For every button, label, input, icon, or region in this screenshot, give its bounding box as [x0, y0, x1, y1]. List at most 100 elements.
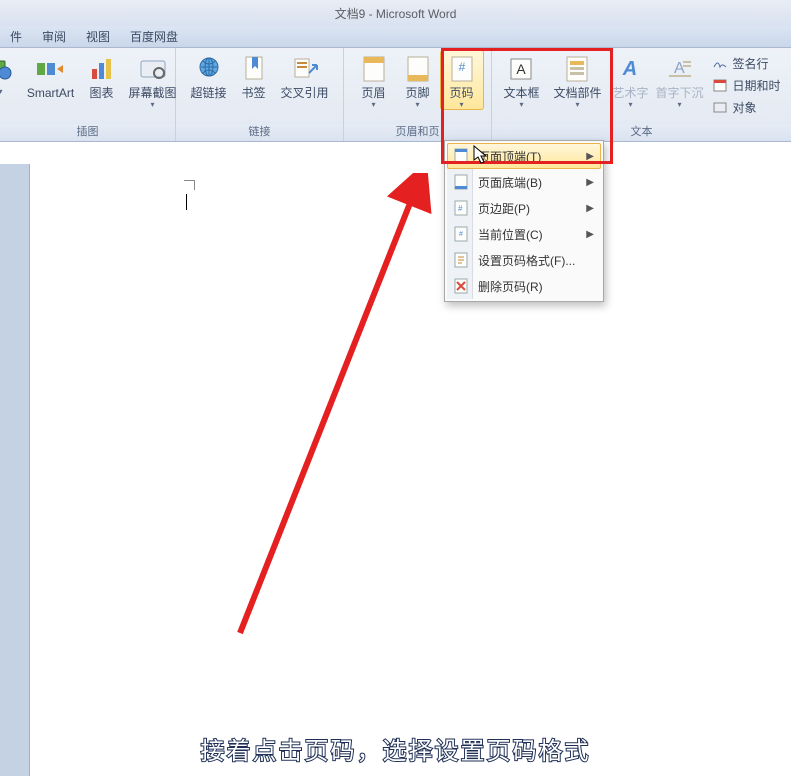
dropdown-arrow-icon: ▾	[628, 100, 632, 109]
menu-label: 页面底端(B)	[478, 174, 542, 191]
hyperlink-button[interactable]: 超链接	[184, 50, 234, 101]
quickparts-label: 文档部件	[553, 87, 601, 100]
object-icon	[712, 99, 728, 115]
menu-top-of-page[interactable]: 页面顶端(T) ▶	[447, 143, 601, 169]
dropdown-arrow-icon: ▾	[150, 100, 154, 109]
smartart-label: SmartArt	[27, 87, 74, 100]
textbox-icon: A	[505, 53, 537, 85]
mouse-cursor-icon	[473, 145, 489, 165]
group-label: 链接	[176, 125, 343, 141]
dropdown-arrow-icon: ▾	[459, 100, 463, 109]
dropdown-arrow-icon: ▾	[371, 100, 375, 109]
hyperlink-label: 超链接	[190, 87, 226, 100]
menu-label: 设置页码格式(F)...	[478, 252, 575, 269]
textbox-button[interactable]: A 文本框 ▾	[496, 50, 546, 110]
dropdown-arrow-icon: ▾	[575, 100, 579, 109]
dropdown-arrow-icon: ▾	[0, 87, 3, 96]
textbox-label: 文本框	[503, 87, 539, 100]
page-bottom-icon	[452, 173, 470, 191]
bookmark-icon	[238, 53, 270, 85]
header-button[interactable]: 页眉 ▾	[352, 50, 396, 110]
page-number-icon: #	[446, 53, 478, 85]
current-position-icon: #	[452, 225, 470, 243]
menu-margins[interactable]: # 页边距(P) ▶	[447, 195, 601, 221]
menu-current-position[interactable]: # 当前位置(C) ▶	[447, 221, 601, 247]
menu-label: 页边距(P)	[478, 200, 530, 217]
datetime-label: 日期和时	[732, 77, 780, 94]
group-illustrations: ▾ SmartArt 图表 屏幕截图 ▾ 插图	[0, 48, 176, 141]
svg-text:#: #	[458, 60, 465, 74]
text-caret	[186, 194, 187, 210]
dropdown-arrow-icon: ▾	[519, 100, 523, 109]
datetime-button[interactable]: 日期和时	[710, 74, 782, 96]
group-links: 超链接 书签 交叉引用 链接	[176, 48, 344, 141]
signature-label: 签名行	[732, 55, 768, 72]
submenu-arrow-icon: ▶	[586, 177, 594, 188]
wordart-icon: A	[614, 53, 646, 85]
dropcap-label: 首字下沉	[655, 87, 703, 100]
ribbon-tabs: 件 审阅 视图 百度网盘	[0, 26, 791, 48]
menu-format-page-numbers[interactable]: 设置页码格式(F)...	[447, 247, 601, 273]
group-header-footer: 页眉 ▾ 页脚 ▾ # 页码 ▾ 页眉和页	[344, 48, 492, 141]
svg-text:#: #	[458, 204, 463, 213]
quickparts-button[interactable]: 文档部件 ▾	[546, 50, 608, 110]
wordart-button[interactable]: A 艺术字 ▾	[608, 50, 652, 110]
datetime-icon	[712, 77, 728, 93]
menu-remove-page-numbers[interactable]: 删除页码(R)	[447, 273, 601, 299]
smartart-icon	[35, 53, 67, 85]
object-button[interactable]: 对象	[710, 96, 782, 118]
format-icon	[452, 251, 470, 269]
footer-label: 页脚	[405, 87, 429, 100]
tab-view[interactable]: 视图	[76, 25, 120, 47]
footer-button[interactable]: 页脚 ▾	[396, 50, 440, 110]
footer-icon	[402, 53, 434, 85]
dropcap-button[interactable]: A 首字下沉 ▾	[652, 50, 706, 110]
page-top-icon	[452, 147, 470, 165]
chart-button[interactable]: 图表	[82, 50, 122, 101]
quickparts-icon	[561, 53, 593, 85]
crossref-button[interactable]: 交叉引用	[274, 50, 336, 101]
page-number-menu: 页面顶端(T) ▶ 页面底端(B) ▶ # 页边距(P) ▶ # 当前位置(C)…	[444, 140, 604, 302]
screenshot-button[interactable]: 屏幕截图 ▾	[122, 50, 184, 110]
chart-label: 图表	[89, 87, 113, 100]
tab-review[interactable]: 审阅	[32, 25, 76, 47]
tab-baidu[interactable]: 百度网盘	[120, 25, 188, 47]
menu-label: 删除页码(R)	[478, 278, 543, 295]
svg-text:#: #	[459, 231, 463, 238]
smartart-button[interactable]: SmartArt	[20, 50, 82, 101]
left-gutter	[0, 164, 30, 776]
group-text: A 文本框 ▾ 文档部件 ▾ A 艺术字 ▾ A	[492, 48, 791, 141]
shapes-button[interactable]: ▾	[0, 50, 20, 97]
crossref-label: 交叉引用	[280, 87, 328, 100]
svg-text:A: A	[622, 58, 637, 80]
signature-button[interactable]: 签名行	[710, 52, 782, 74]
object-label: 对象	[732, 99, 756, 116]
submenu-arrow-icon: ▶	[586, 229, 594, 240]
header-icon	[358, 53, 390, 85]
annotation-caption: 接着点击页码，选择设置页码格式	[0, 731, 791, 766]
wordart-label: 艺术字	[612, 87, 648, 100]
ribbon: ▾ SmartArt 图表 屏幕截图 ▾ 插图	[0, 48, 791, 142]
tab-partial[interactable]: 件	[0, 25, 32, 47]
svg-text:A: A	[517, 61, 527, 77]
page-number-button[interactable]: # 页码 ▾	[440, 50, 484, 110]
document-area	[0, 164, 791, 776]
menu-bottom-of-page[interactable]: 页面底端(B) ▶	[447, 169, 601, 195]
dropdown-arrow-icon: ▾	[677, 100, 681, 109]
remove-icon	[452, 277, 470, 295]
shapes-icon	[0, 53, 17, 85]
page-margin-icon: #	[452, 199, 470, 217]
header-label: 页眉	[361, 87, 385, 100]
screenshot-icon	[137, 53, 169, 85]
bookmark-button[interactable]: 书签	[234, 50, 274, 101]
title-bar: 文档9 - Microsoft Word	[0, 0, 791, 26]
group-label: 页眉和页	[344, 125, 491, 141]
hyperlink-icon	[193, 53, 225, 85]
page-number-label: 页码	[449, 87, 473, 100]
window-title: 文档9 - Microsoft Word	[335, 5, 457, 22]
group-label: 插图	[0, 125, 175, 141]
bookmark-label: 书签	[241, 87, 265, 100]
submenu-arrow-icon: ▶	[586, 151, 594, 162]
dropcap-icon: A	[663, 53, 695, 85]
screenshot-label: 屏幕截图	[128, 87, 176, 100]
